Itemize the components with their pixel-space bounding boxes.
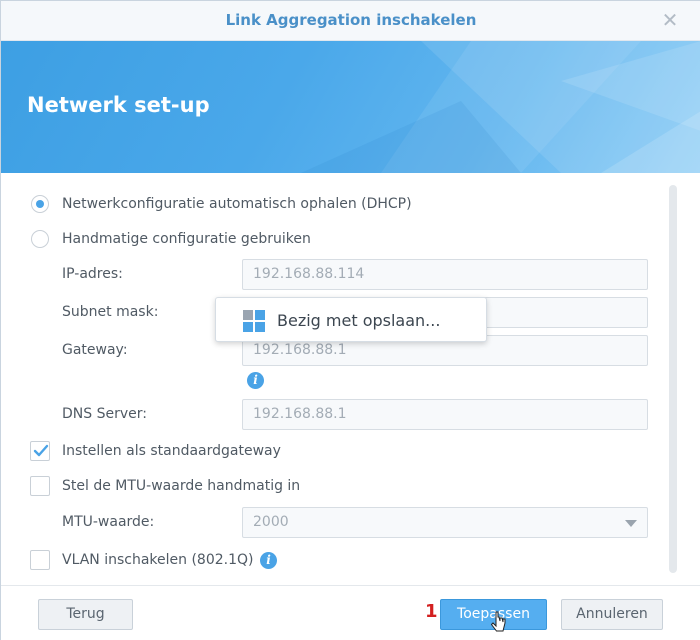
- ip-address-label: IP-adres:: [62, 266, 123, 282]
- loading-spinner-icon: [243, 310, 265, 332]
- dialog-titlebar: Link Aggregation inschakelen ✕: [1, 1, 700, 41]
- mtu-value-label: MTU-waarde:: [62, 514, 155, 530]
- step-marker: 1: [425, 601, 438, 622]
- banner-title: Netwerk set-up: [27, 93, 210, 117]
- content-scrollbar[interactable]: [669, 185, 677, 573]
- dhcp-label: Netwerkconfiguratie automatisch ophalen …: [62, 196, 412, 212]
- dhcp-radio[interactable]: [31, 195, 49, 213]
- gateway-label: Gateway:: [62, 342, 128, 358]
- manual-config-label: Handmatige configuratie gebruiken: [62, 231, 311, 247]
- vlan-info-icon[interactable]: i: [260, 552, 277, 569]
- mtu-value-select[interactable]: 2000: [242, 507, 648, 538]
- subnet-mask-label: Subnet mask:: [62, 304, 159, 320]
- default-gateway-checkbox[interactable]: [30, 441, 50, 461]
- cancel-button[interactable]: Annuleren: [561, 599, 663, 630]
- header-banner: Netwerk set-up: [1, 41, 700, 173]
- back-button[interactable]: Terug: [38, 599, 133, 630]
- dialog-title: Link Aggregation inschakelen: [225, 11, 477, 29]
- default-gateway-label: Instellen als standaardgateway: [62, 443, 281, 459]
- chevron-down-icon: [625, 520, 637, 527]
- vlan-checkbox[interactable]: [30, 550, 50, 570]
- manual-config-radio[interactable]: [31, 230, 49, 248]
- checkmark-icon: [33, 444, 49, 457]
- link-aggregation-dialog: Link Aggregation inschakelen ✕ Netwerk s…: [0, 0, 700, 640]
- mtu-manual-label: Stel de MTU-waarde handmatig in: [62, 478, 301, 494]
- ip-address-field[interactable]: 192.168.88.114: [242, 259, 648, 290]
- mtu-value-text: 2000: [253, 514, 289, 530]
- saving-toast: Bezig met opslaan...: [215, 297, 487, 342]
- saving-toast-text: Bezig met opslaan...: [277, 311, 441, 330]
- close-icon[interactable]: ✕: [659, 9, 681, 31]
- mouse-cursor-icon: [491, 611, 506, 632]
- dns-server-field[interactable]: 192.168.88.1: [242, 399, 648, 430]
- gateway-info-icon[interactable]: i: [247, 372, 264, 389]
- vlan-label: VLAN inschakelen (802.1Q): [62, 552, 254, 568]
- dns-server-label: DNS Server:: [62, 406, 147, 422]
- mtu-manual-checkbox[interactable]: [30, 476, 50, 496]
